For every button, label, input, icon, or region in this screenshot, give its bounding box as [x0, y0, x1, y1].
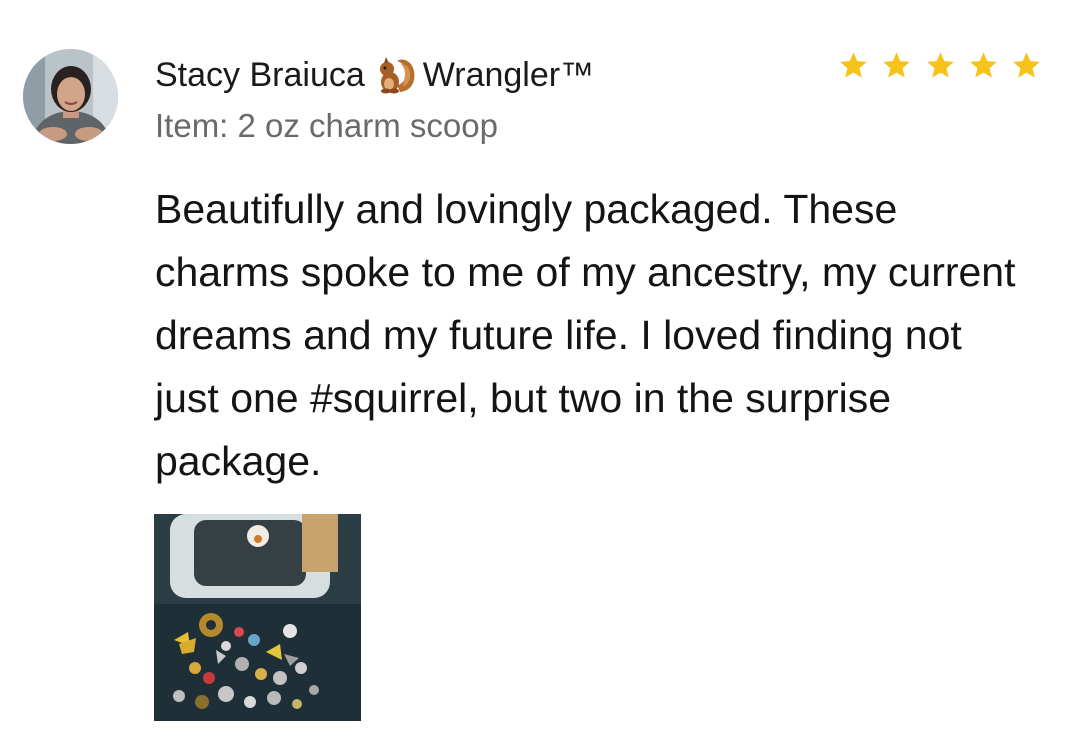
reviewer-avatar[interactable] [23, 49, 118, 144]
reviewer-badge-label: Wrangler™ [422, 56, 595, 94]
star-icon [883, 51, 911, 78]
star-icon [926, 51, 954, 78]
review-text: Beautifully and lovingly packaged. These… [155, 186, 1016, 484]
purchased-item[interactable]: Item: 2 oz charm scoop [155, 104, 498, 148]
reviewer-name[interactable]: Stacy Braiuca [155, 52, 365, 98]
reviewer-name-row: Stacy Braiuca Wrangler™ [155, 52, 594, 98]
star-icon [969, 51, 997, 78]
review-card: Stacy Braiuca Wrangler™ Item: 2 oz charm… [0, 0, 1068, 750]
star-icon [840, 51, 867, 78]
squirrel-icon [375, 54, 417, 96]
star-rating [838, 48, 1042, 82]
star-icon [1013, 51, 1040, 78]
review-photo-thumbnail[interactable] [154, 514, 361, 721]
